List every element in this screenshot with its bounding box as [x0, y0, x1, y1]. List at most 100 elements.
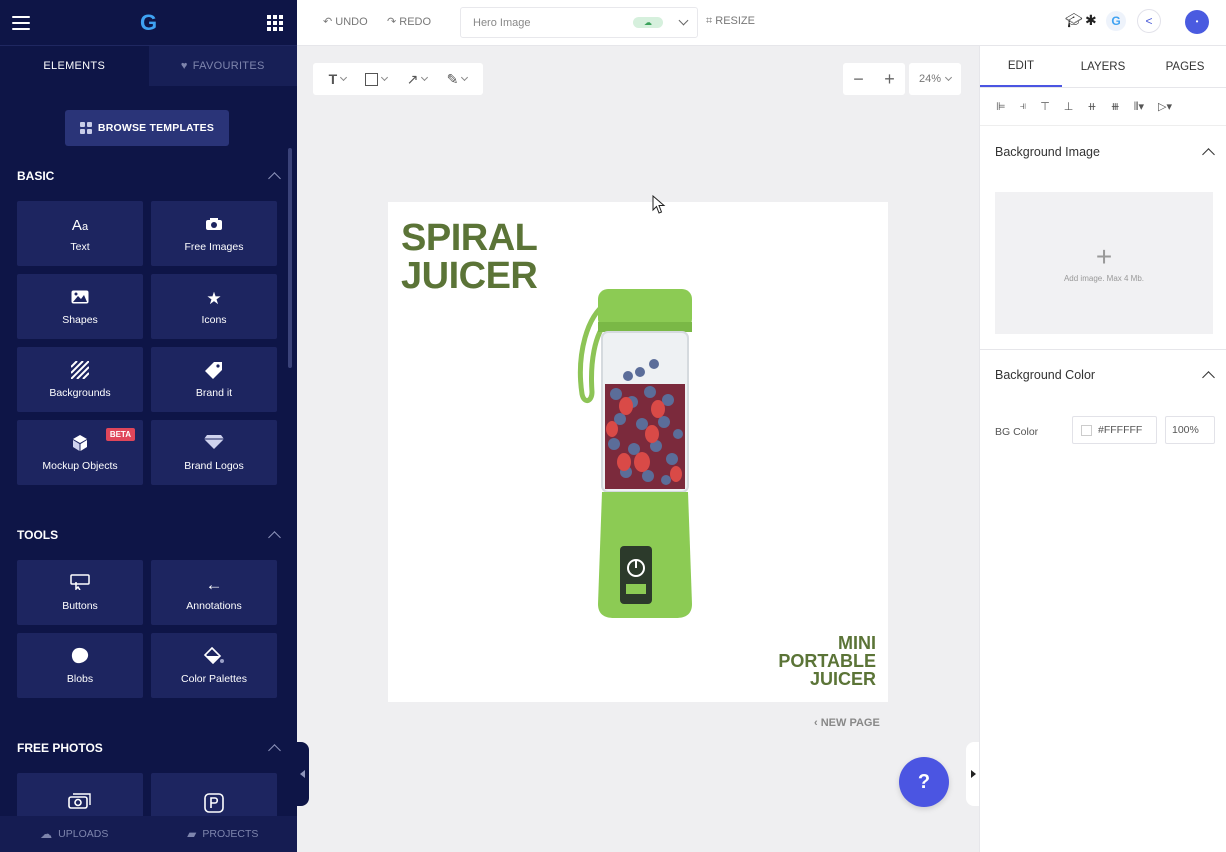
redo-button[interactable]: ↷ REDO	[387, 15, 431, 28]
paint-bucket-icon	[203, 646, 225, 669]
tab-layers[interactable]: LAYERS	[1062, 46, 1144, 87]
browse-templates-button[interactable]: BROWSE TEMPLATES	[65, 110, 229, 146]
align-left-icon[interactable]: ⊫	[996, 100, 1006, 113]
new-page-button[interactable]: ‹ NEW PAGE	[814, 717, 880, 729]
text-icon: Aa	[71, 216, 89, 234]
stripes-icon	[70, 359, 90, 383]
bg-opacity-input[interactable]: 100%	[1165, 416, 1215, 444]
artboard[interactable]: SPIRAL JUICER MINI PORTABLE JUICER	[388, 202, 888, 702]
tile-backgrounds[interactable]: Backgrounds	[17, 347, 143, 412]
g-logo-icon[interactable]: G	[1106, 11, 1126, 31]
hamburger-menu-icon[interactable]	[12, 15, 30, 30]
tile-color-palettes[interactable]: Color Palettes	[151, 633, 277, 698]
align-bottom-icon[interactable]: ⊥	[1064, 100, 1074, 113]
zoom-controls: − +	[843, 63, 905, 95]
collapse-right-panel-handle[interactable]	[966, 742, 979, 806]
image-icon	[71, 288, 89, 310]
tile-icons[interactable]: ★ Icons	[151, 274, 277, 339]
tab-pages-label: PAGES	[1165, 60, 1205, 73]
tile-buttons[interactable]: Buttons	[17, 560, 143, 625]
zoom-out-icon[interactable]: −	[853, 69, 864, 90]
chevron-up-icon[interactable]	[268, 744, 281, 757]
heart-icon: ♥	[180, 60, 188, 72]
tile-label: Shapes	[62, 313, 98, 326]
tile-mockup-objects[interactable]: BETA Mockup Objects	[17, 420, 143, 485]
subline-line-3: JUICER	[809, 669, 876, 689]
tile-label: Free Images	[184, 240, 244, 253]
chevron-up-icon[interactable]	[1202, 148, 1215, 161]
uploads-button[interactable]: ☁ UPLOADS	[0, 816, 149, 852]
tab-favourites[interactable]: ♥ FAVOURITES	[148, 46, 297, 86]
section-free-photos-header[interactable]: FREE PHOTOS	[17, 741, 281, 757]
shape-tool[interactable]	[365, 72, 389, 86]
app-logo[interactable]: G	[140, 10, 157, 36]
chevron-up-icon[interactable]	[1202, 371, 1215, 384]
resize-label: RESIZE	[715, 15, 755, 27]
subline-text[interactable]: MINI PORTABLE JUICER	[778, 634, 876, 688]
tab-elements[interactable]: ELEMENTS	[0, 46, 149, 86]
help-label: ?	[917, 771, 931, 793]
bg-color-section-header[interactable]: Background Color	[995, 368, 1215, 384]
tile-label: Mockup Objects	[42, 459, 118, 472]
browse-templates-label: BROWSE TEMPLATES	[97, 122, 215, 134]
collapse-left-panel-handle[interactable]	[297, 742, 309, 806]
subline-line-1: MINI	[838, 633, 876, 653]
beta-badge: BETA	[105, 428, 135, 441]
document-name-field[interactable]: Hero Image ☁	[460, 7, 698, 38]
juicer-product-image[interactable]	[568, 284, 718, 624]
tab-layers-label: LAYERS	[1080, 60, 1126, 73]
tile-label: Backgrounds	[49, 386, 111, 399]
apps-grid-icon[interactable]	[267, 14, 283, 31]
align-center-vertical-icon[interactable]: ⧺	[1087, 100, 1096, 113]
tile-shapes[interactable]: Shapes	[17, 274, 143, 339]
tile-brand-it[interactable]: Brand it	[151, 347, 277, 412]
arrow-tool[interactable]: ↗	[407, 71, 429, 88]
tile-label: Blobs	[66, 672, 94, 685]
chevron-up-icon[interactable]	[268, 172, 281, 185]
flip-dropdown-icon[interactable]: ▷▾	[1158, 100, 1172, 113]
mouse-cursor-icon	[652, 195, 666, 214]
chevron-up-icon[interactable]	[268, 531, 281, 544]
share-icon[interactable]: <	[1137, 9, 1161, 33]
bug-icon[interactable]: ✱	[1085, 12, 1097, 29]
bg-image-section-header[interactable]: Background Image	[995, 145, 1215, 161]
headline-text[interactable]: SPIRAL JUICER	[401, 219, 538, 295]
undo-button[interactable]: ↶ UNDO	[323, 15, 368, 28]
redo-icon: ↷	[387, 16, 400, 28]
help-button[interactable]: ?	[899, 757, 949, 807]
chevron-down-icon[interactable]	[678, 15, 689, 26]
tile-annotations[interactable]: ← Annotations	[151, 560, 277, 625]
section-free-photos-title: FREE PHOTOS	[17, 741, 103, 755]
align-center-horizontal-icon[interactable]: ⧻	[1111, 100, 1120, 113]
basic-tiles: Aa Text Free Images Shapes ★ Icons Backg…	[17, 201, 277, 485]
zoom-level-dropdown[interactable]: 24%	[909, 63, 961, 95]
tile-label: Text	[70, 240, 90, 253]
distribute-dropdown-icon[interactable]: ⫴▾	[1134, 100, 1144, 114]
avatar[interactable]: •	[1185, 10, 1209, 34]
projects-button[interactable]: ▰ PROJECTS	[149, 816, 298, 852]
section-tools-header[interactable]: TOOLS	[17, 528, 281, 544]
section-basic-header[interactable]: BASIC	[17, 169, 281, 185]
resize-button[interactable]: ⌗ RESIZE	[706, 15, 755, 28]
tab-pages[interactable]: PAGES	[1144, 46, 1226, 87]
tile-free-images[interactable]: Free Images	[151, 201, 277, 266]
sidebar-scrollbar[interactable]	[288, 148, 292, 368]
new-page-label: NEW PAGE	[820, 717, 880, 729]
bg-color-picker[interactable]: #FFFFFF	[1072, 416, 1157, 444]
crop-icon: ⌗	[706, 15, 716, 27]
tile-label: Brand Logos	[184, 459, 244, 472]
text-tool[interactable]: T	[329, 71, 348, 87]
templates-icon	[79, 122, 92, 134]
tile-blobs[interactable]: Blobs	[17, 633, 143, 698]
tile-brand-logos[interactable]: Brand Logos	[151, 420, 277, 485]
align-right-icon[interactable]: ⫣	[1020, 100, 1027, 113]
bg-color-value: #FFFFFF	[1098, 424, 1143, 436]
add-image-dropzone[interactable]: + Add image. Max 4 Mb.	[995, 192, 1213, 334]
tile-text[interactable]: Aa Text	[17, 201, 143, 266]
tab-edit[interactable]: EDIT	[980, 46, 1062, 87]
align-top-icon[interactable]: ⊤	[1040, 100, 1050, 113]
zoom-in-icon[interactable]: +	[884, 69, 895, 90]
graduation-cap-icon[interactable]: 🎓︎	[1065, 12, 1083, 29]
tab-edit-label: EDIT	[1007, 59, 1035, 72]
pen-tool[interactable]: ✎	[447, 71, 469, 88]
